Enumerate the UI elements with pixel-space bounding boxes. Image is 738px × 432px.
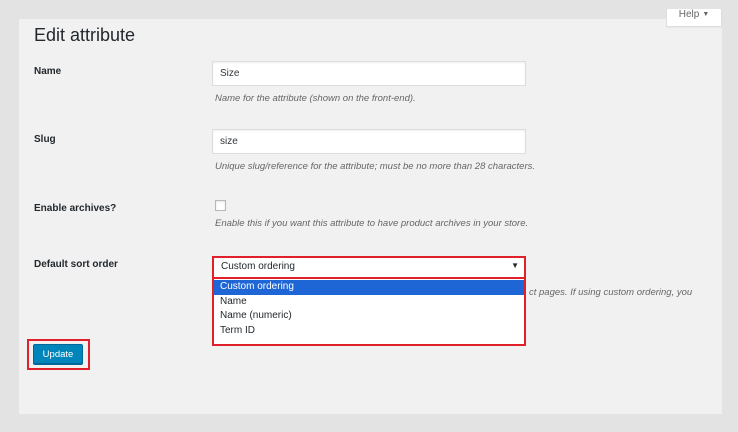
name-input[interactable] [212,61,526,86]
option-custom-ordering[interactable]: Custom ordering [214,280,524,295]
select-current-value: Custom ordering [221,261,295,272]
help-tab-label: Help [678,9,700,20]
slug-description: Unique slug/reference for the attribute;… [215,161,536,172]
default-sort-order-description: ct pages. If using custom ordering, you [529,287,693,298]
option-term-id[interactable]: Term ID [214,324,524,339]
name-description: Name for the attribute (shown on the fro… [215,93,416,104]
enable-archives-label: Enable archives? [34,203,117,214]
caret-down-icon: ▼ [702,11,710,18]
enable-archives-checkbox[interactable] [215,200,226,211]
page-title: Edit attribute [34,25,136,45]
option-name-numeric[interactable]: Name (numeric) [214,309,524,324]
default-sort-order-label: Default sort order [34,259,118,270]
enable-archives-description: Enable this if you want this attribute t… [215,218,529,229]
slug-label: Slug [34,134,56,145]
name-label: Name [34,66,62,77]
slug-input[interactable] [212,129,526,154]
default-sort-order-select[interactable]: Custom ordering ▼ [212,256,526,279]
help-tab[interactable]: Help ▼ [666,9,722,27]
sort-order-dropdown-list: Custom ordering Name Name (numeric) Term… [212,279,526,346]
option-name[interactable]: Name [214,295,524,310]
update-button[interactable]: Update [33,344,83,364]
dropdown-arrow-icon: ▼ [511,261,519,270]
